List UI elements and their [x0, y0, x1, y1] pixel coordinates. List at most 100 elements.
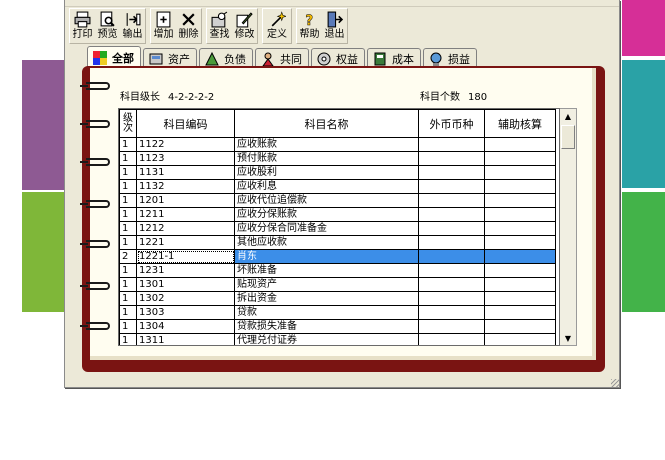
- table-row[interactable]: 1 1221 其他应收款: [119, 235, 556, 250]
- cell-currency[interactable]: [418, 165, 485, 180]
- cell-aux[interactable]: [484, 165, 556, 180]
- table-row[interactable]: 1 1131 应收股利: [119, 165, 556, 180]
- cell-level[interactable]: 1: [119, 333, 137, 345]
- cell-name[interactable]: 贴现资产: [234, 277, 419, 292]
- cell-code[interactable]: 1221-1: [136, 249, 235, 264]
- find-button[interactable]: 查找: [207, 9, 232, 43]
- table-vertical-scrollbar[interactable]: ▲ ▼: [560, 108, 577, 346]
- cell-level[interactable]: 1: [119, 221, 137, 236]
- cell-currency[interactable]: [418, 277, 485, 292]
- column-header-level[interactable]: 级次: [119, 109, 137, 138]
- tab-assets[interactable]: 资产: [143, 48, 197, 68]
- table-row[interactable]: 1 1303 贷款: [119, 305, 556, 320]
- tab-cost[interactable]: 成本: [367, 48, 421, 68]
- help-button[interactable]: ? 帮助: [297, 9, 322, 43]
- define-button[interactable]: 定义: [263, 9, 291, 43]
- cell-name[interactable]: 拆出资金: [234, 291, 419, 306]
- cell-name[interactable]: 坏账准备: [234, 263, 419, 278]
- cell-level[interactable]: 1: [119, 179, 137, 194]
- cell-code[interactable]: 1221: [136, 235, 235, 250]
- cell-code[interactable]: 1122: [136, 137, 235, 152]
- edit-button[interactable]: 修改: [232, 9, 257, 43]
- cell-currency[interactable]: [418, 151, 485, 166]
- cell-aux[interactable]: [484, 319, 556, 334]
- cell-level[interactable]: 1: [119, 277, 137, 292]
- cell-level[interactable]: 1: [119, 193, 137, 208]
- cell-level[interactable]: 2: [119, 249, 137, 264]
- table-row[interactable]: 2 1221-1 肖东: [119, 249, 556, 264]
- column-header-name[interactable]: 科目名称: [234, 109, 419, 138]
- cell-level[interactable]: 1: [119, 165, 137, 180]
- cell-aux[interactable]: [484, 291, 556, 306]
- cell-code[interactable]: 1123: [136, 151, 235, 166]
- cell-currency[interactable]: [418, 291, 485, 306]
- table-row[interactable]: 1 1201 应收代位追偿款: [119, 193, 556, 208]
- table-row[interactable]: 1 1122 应收账款: [119, 137, 556, 152]
- table-row[interactable]: 1 1304 贷款损失准备: [119, 319, 556, 334]
- table-row[interactable]: 1 1231 坏账准备: [119, 263, 556, 278]
- cell-name[interactable]: 应收分保合同准备金: [234, 221, 419, 236]
- cell-aux[interactable]: [484, 137, 556, 152]
- cell-code[interactable]: 1304: [136, 319, 235, 334]
- cell-name[interactable]: 应收股利: [234, 165, 419, 180]
- cell-currency[interactable]: [418, 207, 485, 222]
- column-header-code[interactable]: 科目编码: [136, 109, 235, 138]
- cell-name[interactable]: 肖东: [234, 249, 419, 264]
- tab-common[interactable]: 共同: [255, 48, 309, 68]
- tab-profit-loss[interactable]: 损益: [423, 48, 477, 68]
- tab-liabilities[interactable]: 负债: [199, 48, 253, 68]
- cell-name[interactable]: 应收利息: [234, 179, 419, 194]
- cell-level[interactable]: 1: [119, 235, 137, 250]
- cell-currency[interactable]: [418, 179, 485, 194]
- cell-code[interactable]: 1311: [136, 333, 235, 345]
- table-row[interactable]: 1 1311 代理兑付证券: [119, 333, 556, 345]
- cell-aux[interactable]: [484, 193, 556, 208]
- cell-currency[interactable]: [418, 193, 485, 208]
- cell-currency[interactable]: [418, 305, 485, 320]
- cell-name[interactable]: 应收分保账款: [234, 207, 419, 222]
- cell-currency[interactable]: [418, 249, 485, 264]
- cell-level[interactable]: 1: [119, 137, 137, 152]
- cell-aux[interactable]: [484, 333, 556, 345]
- tab-all[interactable]: 全部: [87, 46, 141, 68]
- print-button[interactable]: 打印: [70, 9, 95, 43]
- table-row[interactable]: 1 1212 应收分保合同准备金: [119, 221, 556, 236]
- cell-code[interactable]: 1201: [136, 193, 235, 208]
- scroll-down-button[interactable]: ▼: [560, 331, 576, 345]
- cell-name[interactable]: 代理兑付证券: [234, 333, 419, 345]
- cell-code[interactable]: 1303: [136, 305, 235, 320]
- cell-code[interactable]: 1131: [136, 165, 235, 180]
- cell-level[interactable]: 1: [119, 151, 137, 166]
- cell-code[interactable]: 1211: [136, 207, 235, 222]
- delete-button[interactable]: 删除: [176, 9, 201, 43]
- cell-code[interactable]: 1301: [136, 277, 235, 292]
- cell-code[interactable]: 1132: [136, 179, 235, 194]
- cell-currency[interactable]: [418, 263, 485, 278]
- cell-level[interactable]: 1: [119, 319, 137, 334]
- cell-aux[interactable]: [484, 207, 556, 222]
- tab-equity[interactable]: 权益: [311, 48, 365, 68]
- cell-aux[interactable]: [484, 249, 556, 264]
- cell-name[interactable]: 应收账款: [234, 137, 419, 152]
- cell-code[interactable]: 1212: [136, 221, 235, 236]
- cell-currency[interactable]: [418, 319, 485, 334]
- cell-name[interactable]: 贷款损失准备: [234, 319, 419, 334]
- table-row[interactable]: 1 1132 应收利息: [119, 179, 556, 194]
- column-header-currency[interactable]: 外币币种: [418, 109, 485, 138]
- cell-aux[interactable]: [484, 263, 556, 278]
- table-row[interactable]: 1 1123 预付账款: [119, 151, 556, 166]
- cell-aux[interactable]: [484, 235, 556, 250]
- cell-aux[interactable]: [484, 277, 556, 292]
- cell-level[interactable]: 1: [119, 263, 137, 278]
- scroll-thumb[interactable]: [561, 125, 575, 149]
- exit-button[interactable]: 退出: [322, 9, 347, 43]
- preview-button[interactable]: 预览: [95, 9, 120, 43]
- column-header-aux[interactable]: 辅助核算: [484, 109, 556, 138]
- cell-code[interactable]: 1302: [136, 291, 235, 306]
- cell-name[interactable]: 其他应收款: [234, 235, 419, 250]
- cell-currency[interactable]: [418, 221, 485, 236]
- cell-name[interactable]: 贷款: [234, 305, 419, 320]
- cell-aux[interactable]: [484, 305, 556, 320]
- cell-currency[interactable]: [418, 333, 485, 345]
- add-button[interactable]: 增加: [151, 9, 176, 43]
